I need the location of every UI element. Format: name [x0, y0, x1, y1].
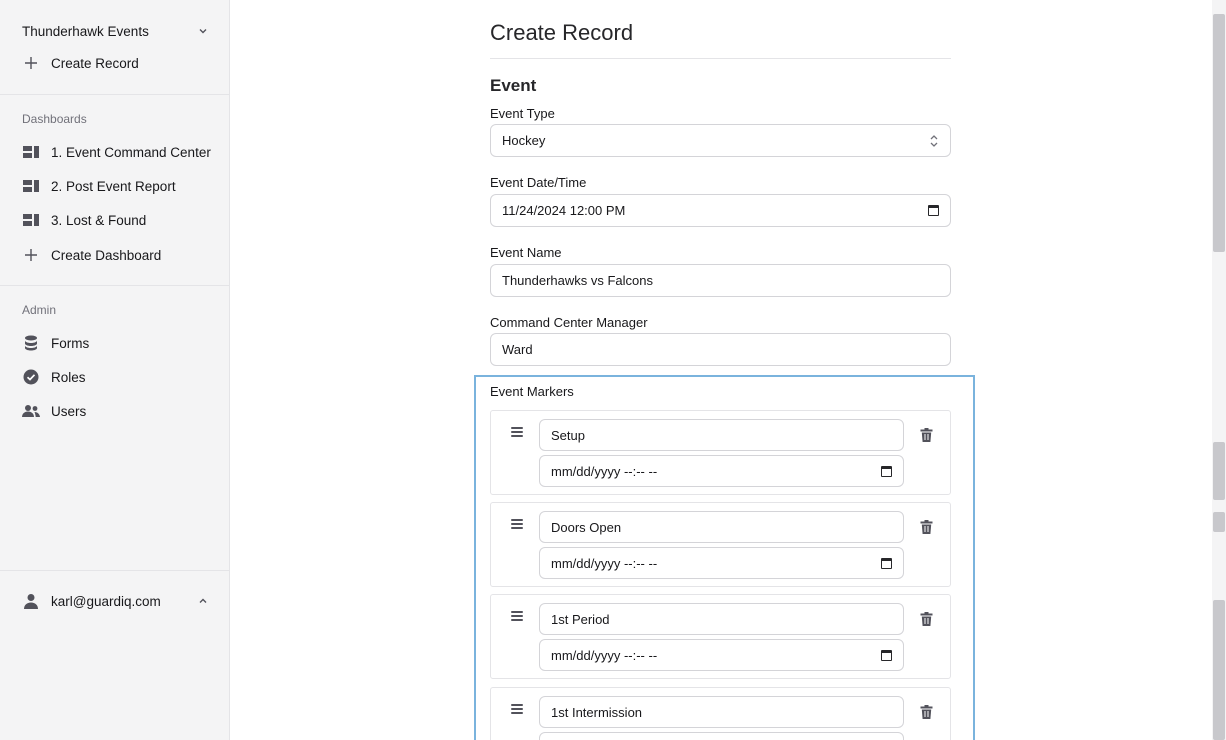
chevron-down-icon: [199, 29, 207, 34]
dashboards-heading: Dashboards: [22, 112, 87, 126]
drag-handle-icon[interactable]: [511, 611, 523, 621]
dashboard-icon: [22, 177, 40, 195]
marker-name-value: 1st Intermission: [551, 704, 643, 720]
marker-date-input[interactable]: mm/dd/yyyy --:-- --: [539, 455, 904, 487]
marker-row: 1st Intermission: [490, 687, 951, 740]
scrollbar-thumb[interactable]: [1213, 600, 1225, 740]
sidebar-item-forms[interactable]: Forms: [22, 331, 89, 355]
marker-name-input[interactable]: Setup: [539, 419, 904, 451]
create-record-link[interactable]: Create Record: [22, 51, 139, 75]
check-badge-icon: [22, 368, 40, 386]
sidebar-item-lost-and-found[interactable]: 3. Lost & Found: [22, 208, 146, 232]
marker-name-input[interactable]: 1st Intermission: [539, 696, 904, 728]
marker-row: Setup mm/dd/yyyy --:-- --: [490, 410, 951, 495]
event-type-value: Hockey: [502, 133, 546, 148]
event-type-label: Event Type: [490, 106, 555, 121]
marker-date-input[interactable]: mm/dd/yyyy --:-- --: [539, 639, 904, 671]
sidebar-divider: [0, 285, 229, 286]
section-title: Event: [490, 76, 537, 95]
select-arrows-icon: [930, 134, 938, 147]
scrollbar-thumb[interactable]: [1213, 442, 1225, 500]
marker-date-input[interactable]: [539, 732, 904, 740]
sidebar-item-roles[interactable]: Roles: [22, 365, 86, 389]
calendar-icon[interactable]: [928, 205, 939, 216]
sidebar-item-label: Users: [51, 403, 87, 419]
create-dashboard-label: Create Dashboard: [51, 247, 162, 263]
sidebar: Thunderhawk Events Create Record Dashboa…: [0, 0, 230, 740]
marker-row: Doors Open mm/dd/yyyy --:-- --: [490, 502, 951, 587]
sidebar-divider: [0, 570, 229, 571]
sidebar-item-label: 3. Lost & Found: [51, 212, 147, 228]
user-email: karl@guardiq.com: [51, 593, 161, 609]
manager-value: Ward: [502, 342, 533, 357]
marker-name-input[interactable]: Doors Open: [539, 511, 904, 543]
sidebar-item-label: Forms: [51, 335, 90, 351]
event-name-value: Thunderhawks vs Falcons: [502, 273, 654, 288]
marker-name-value: Doors Open: [551, 519, 622, 535]
sidebar-divider: [0, 94, 229, 95]
sidebar-item-label: Roles: [51, 369, 86, 385]
drag-handle-icon[interactable]: [511, 519, 523, 529]
event-type-select[interactable]: Hockey: [490, 124, 951, 157]
plus-icon: [22, 54, 40, 72]
sidebar-item-label: 2. Post Event Report: [51, 178, 176, 194]
trash-icon[interactable]: [920, 612, 933, 626]
page-title: Create Record: [490, 20, 634, 45]
calendar-icon[interactable]: [881, 557, 892, 569]
event-name-input[interactable]: Thunderhawks vs Falcons: [490, 264, 951, 297]
dashboard-icon: [22, 143, 40, 161]
event-datetime-input[interactable]: 11/24/2024 12:00 PM: [490, 194, 951, 227]
marker-name-input[interactable]: 1st Period: [539, 603, 904, 635]
marker-row: 1st Period mm/dd/yyyy --:-- --: [490, 594, 951, 679]
scrollbar-thumb[interactable]: [1213, 512, 1225, 532]
trash-icon[interactable]: [920, 520, 933, 534]
sidebar-item-label: 1. Event Command Center: [51, 144, 211, 160]
event-datetime-label: Event Date/Time: [490, 175, 587, 190]
chevron-up-icon: [199, 598, 207, 603]
marker-date-value: mm/dd/yyyy --:-- --: [551, 555, 658, 571]
database-icon: [22, 334, 40, 352]
drag-handle-icon[interactable]: [511, 704, 523, 714]
workspace-switcher[interactable]: Thunderhawk Events: [22, 21, 208, 41]
dashboard-icon: [22, 211, 40, 229]
user-icon: [22, 592, 40, 610]
marker-date-input[interactable]: mm/dd/yyyy --:-- --: [539, 547, 904, 579]
calendar-icon[interactable]: [881, 649, 892, 661]
marker-name-value: 1st Period: [551, 611, 610, 627]
marker-date-value: mm/dd/yyyy --:-- --: [551, 647, 658, 663]
workspace-name: Thunderhawk Events: [22, 23, 149, 39]
marker-name-value: Setup: [551, 427, 585, 443]
event-datetime-value: 11/24/2024 12:00 PM: [502, 203, 626, 218]
event-markers-label: Event Markers: [490, 384, 574, 399]
event-name-label: Event Name: [490, 245, 562, 260]
sidebar-item-event-command-center[interactable]: 1. Event Command Center: [22, 140, 211, 164]
create-dashboard-link[interactable]: Create Dashboard: [22, 243, 161, 267]
sidebar-item-post-event-report[interactable]: 2. Post Event Report: [22, 174, 176, 198]
trash-icon[interactable]: [920, 428, 933, 442]
page-scrollbar[interactable]: [1212, 0, 1226, 740]
scrollbar-thumb[interactable]: [1213, 14, 1225, 252]
marker-date-value: mm/dd/yyyy --:-- --: [551, 463, 658, 479]
calendar-icon[interactable]: [881, 465, 892, 477]
user-menu[interactable]: karl@guardiq.com: [22, 590, 208, 612]
manager-label: Command Center Manager: [490, 315, 648, 330]
admin-heading: Admin: [22, 303, 57, 317]
trash-icon[interactable]: [920, 705, 933, 719]
create-record-label: Create Record: [51, 55, 139, 71]
sidebar-item-users[interactable]: Users: [22, 399, 86, 423]
drag-handle-icon[interactable]: [511, 427, 523, 437]
plus-icon: [22, 246, 40, 264]
manager-input[interactable]: Ward: [490, 333, 951, 366]
users-icon: [22, 402, 40, 420]
title-divider: [490, 58, 951, 59]
